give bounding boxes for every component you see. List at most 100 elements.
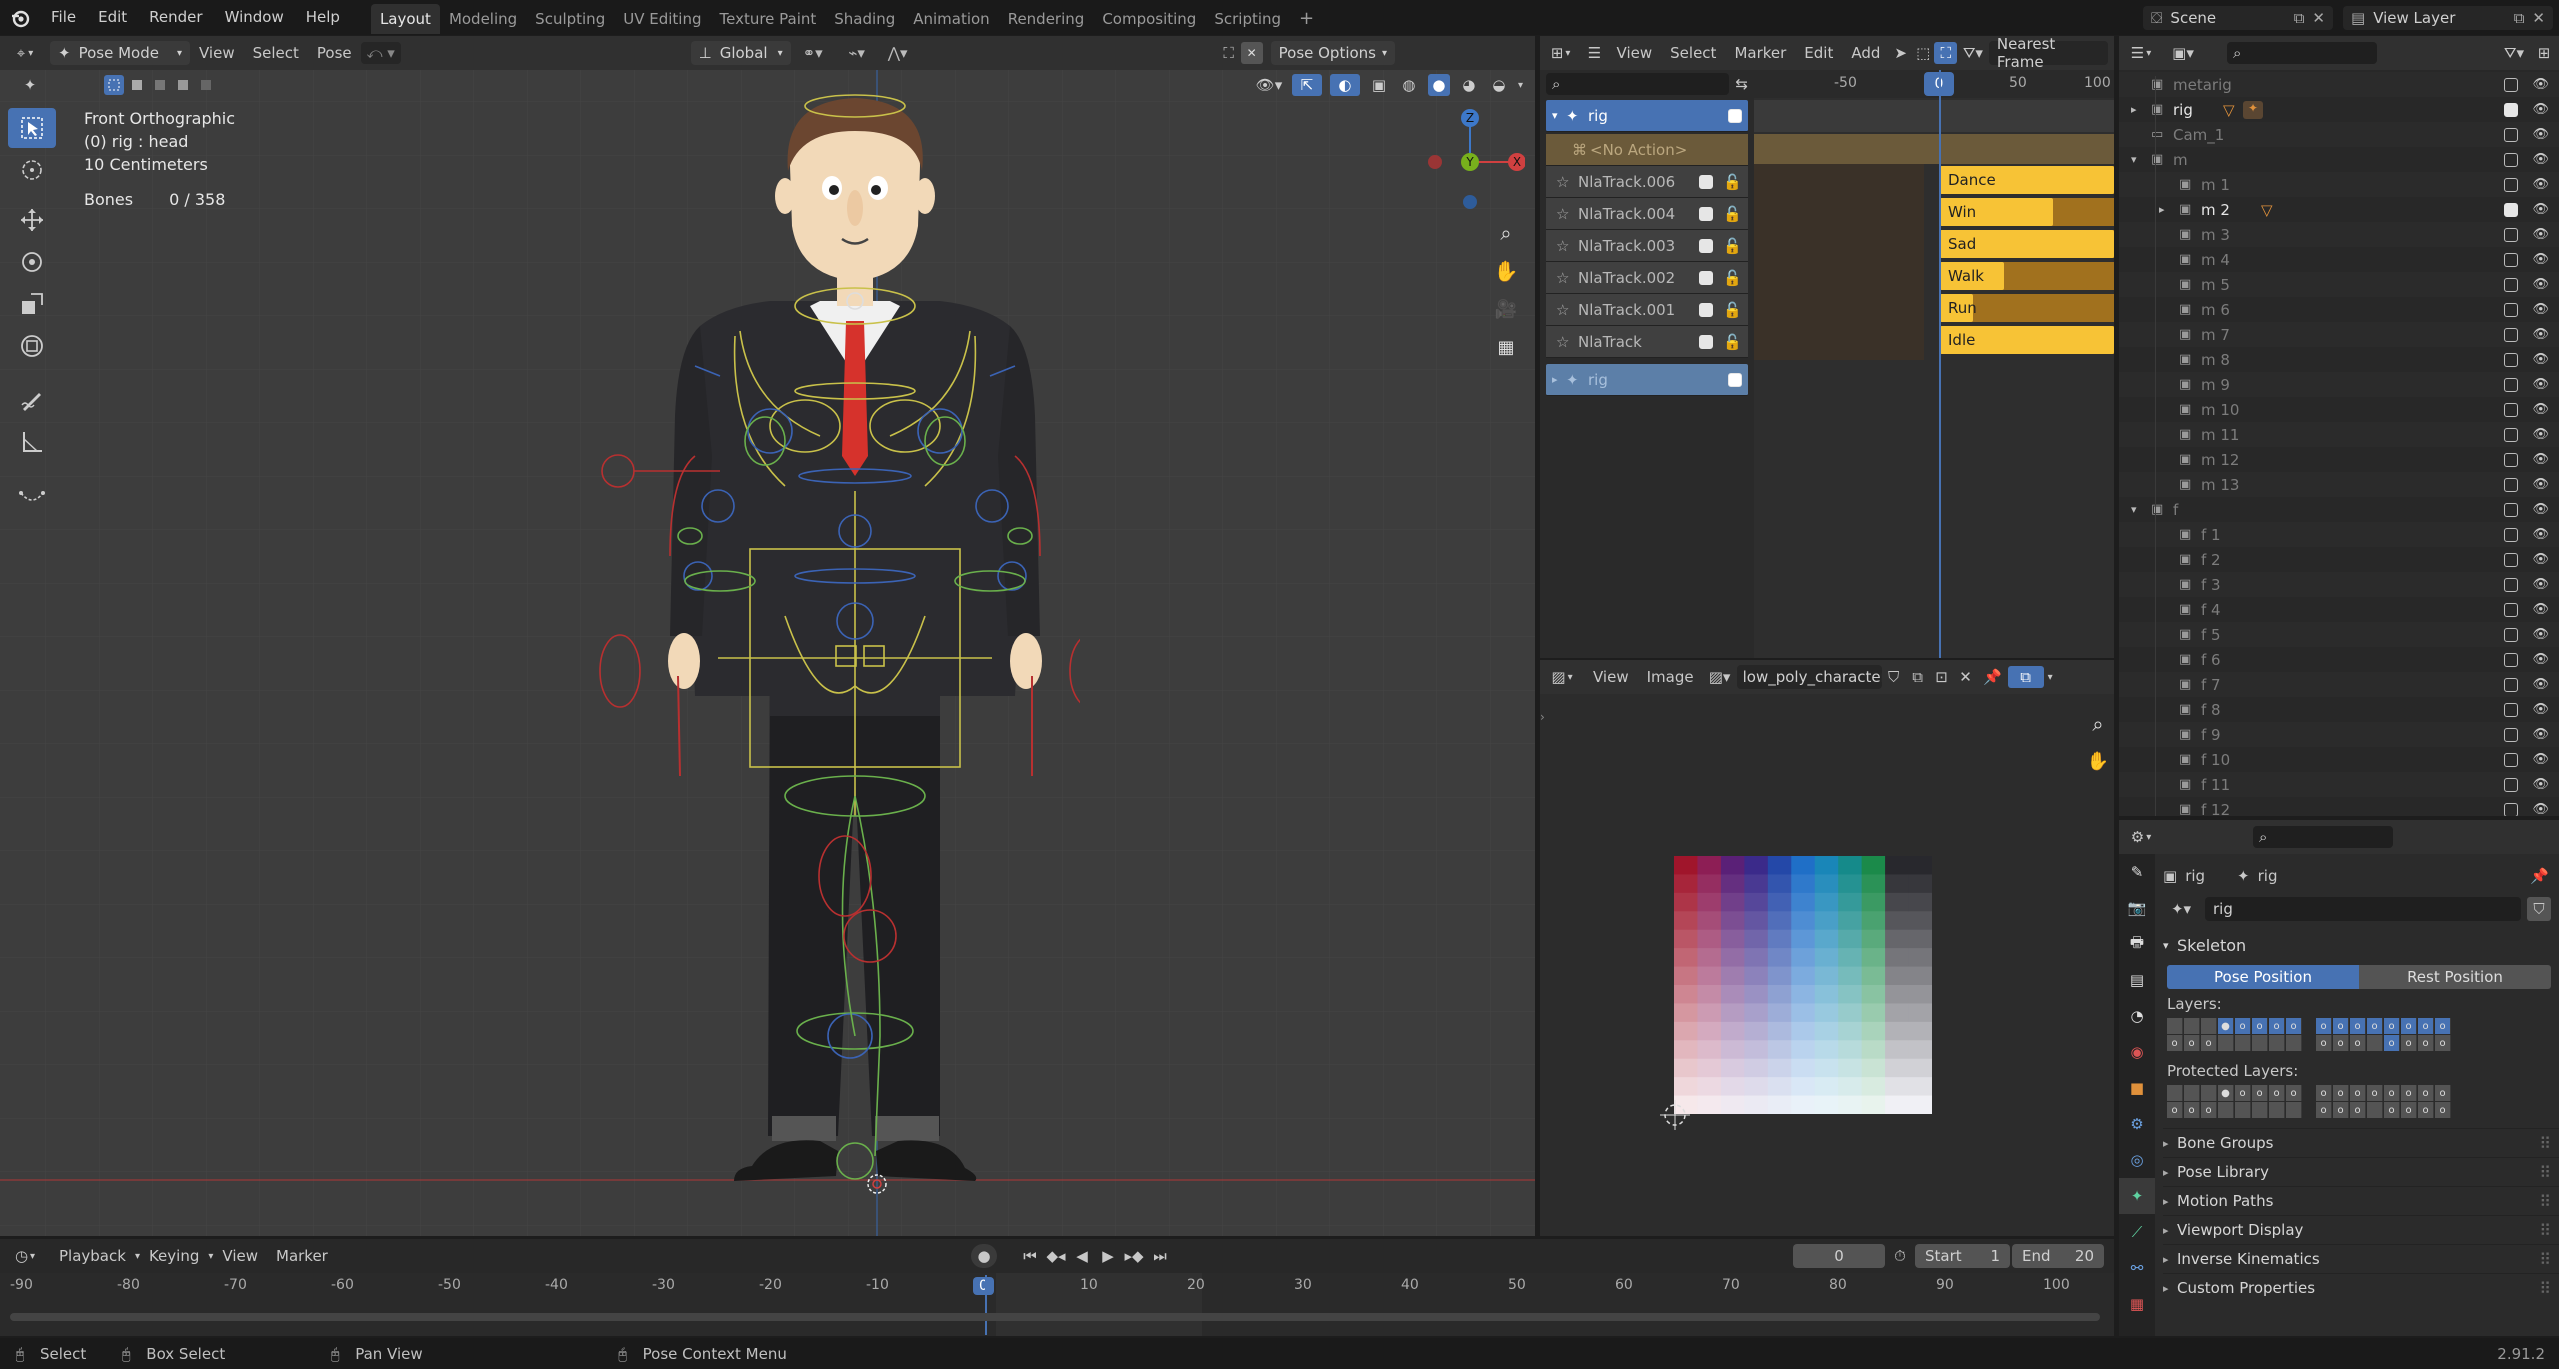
drag-handle-icon[interactable]: ⠿ bbox=[2539, 1163, 2551, 1182]
layer-button[interactable] bbox=[2201, 1018, 2217, 1034]
image-menu-view[interactable]: View bbox=[1584, 668, 1638, 686]
scene-selector[interactable]: ⛋ Scene ⧉ ✕ bbox=[2143, 5, 2333, 30]
outliner-checkbox[interactable] bbox=[2504, 502, 2519, 517]
layer-button[interactable] bbox=[2167, 1018, 2183, 1034]
layer-button[interactable]: o bbox=[2286, 1085, 2302, 1101]
fake-user-icon[interactable]: ⛉ bbox=[2527, 897, 2551, 921]
layer-button[interactable]: o bbox=[2184, 1102, 2200, 1118]
outliner-checkbox[interactable] bbox=[2504, 202, 2519, 217]
eye-icon[interactable]: 👁 bbox=[2532, 77, 2549, 92]
timeline-current-frame[interactable]: 0 bbox=[973, 1277, 994, 1295]
outliner-checkbox[interactable] bbox=[2504, 652, 2519, 667]
nla-menu-select[interactable]: Select bbox=[1661, 44, 1725, 62]
zoom-icon[interactable]: ⌕ bbox=[1490, 214, 1522, 252]
layer-button[interactable]: o bbox=[2201, 1102, 2217, 1118]
wireframe-shading-icon[interactable]: ◍ bbox=[1398, 74, 1420, 96]
layer-button[interactable]: o bbox=[2367, 1018, 2383, 1034]
layer-button[interactable]: o bbox=[2184, 1035, 2200, 1051]
outliner-row[interactable]: ▸ ▣ m 2 ▽ 👁 bbox=[2119, 197, 2559, 222]
outliner-checkbox[interactable] bbox=[2504, 802, 2519, 816]
eye-icon[interactable]: 👁 bbox=[2532, 477, 2549, 492]
outliner-row[interactable]: ▣ f 9 👁 bbox=[2119, 722, 2559, 747]
star-icon[interactable]: ☆ bbox=[1556, 173, 1578, 191]
jump-prev-key-icon[interactable]: ◆◂ bbox=[1043, 1247, 1069, 1265]
eye-icon[interactable]: 👁 bbox=[2532, 327, 2549, 342]
blender-logo-icon[interactable] bbox=[0, 0, 40, 35]
menu-select[interactable]: Select bbox=[244, 44, 308, 62]
editor-type-button[interactable]: ☰ ▾ bbox=[2119, 44, 2163, 62]
layer-button[interactable]: o bbox=[2350, 1035, 2366, 1051]
layer-button[interactable]: o bbox=[2235, 1018, 2251, 1034]
eye-icon[interactable]: 👁 bbox=[2532, 302, 2549, 317]
pin-icon[interactable]: 📌 bbox=[2530, 867, 2549, 885]
rig-checkbox[interactable] bbox=[1728, 372, 1742, 387]
include-missing-icon[interactable]: ⛶ bbox=[1934, 42, 1957, 64]
outliner-row[interactable]: ▣ f 2 👁 bbox=[2119, 547, 2559, 572]
layer-button[interactable]: o bbox=[2418, 1035, 2434, 1051]
outliner-row[interactable]: ▣ f 10 👁 bbox=[2119, 747, 2559, 772]
close-icon[interactable]: ✕ bbox=[2532, 9, 2545, 27]
outliner-row[interactable]: ▣ m 9 👁 bbox=[2119, 372, 2559, 397]
layer-button[interactable]: o bbox=[2269, 1018, 2285, 1034]
move-tool-icon[interactable] bbox=[8, 200, 56, 240]
eye-icon[interactable]: 👁 bbox=[2532, 227, 2549, 242]
outliner-row[interactable]: ▣ f 5 👁 bbox=[2119, 622, 2559, 647]
outliner-row[interactable]: ▣ f 12 👁 bbox=[2119, 797, 2559, 816]
pose-position-button[interactable]: Pose Position bbox=[2167, 965, 2359, 989]
image-name-field[interactable]: low_poly_character... bbox=[1736, 665, 1882, 689]
nla-track-row[interactable]: ☆ NlaTrack 🔓 bbox=[1546, 326, 1748, 358]
navigation-gizmo[interactable]: Z Y X bbox=[1415, 102, 1525, 212]
3d-viewport[interactable]: ⌖ ▾ ✦ Pose Mode ▾ View Select Pose ⤺ ▾ ⊥ … bbox=[0, 36, 1535, 1236]
start-frame-field[interactable]: Start 1 bbox=[1915, 1244, 2010, 1268]
outliner-row[interactable]: ▸ ▣ rig ▽ ✦ 👁 bbox=[2119, 97, 2559, 122]
layer-button[interactable]: o bbox=[2435, 1085, 2451, 1101]
outliner-row[interactable]: ▣ metarig 👁 bbox=[2119, 72, 2559, 97]
copy-icon[interactable]: ⧉ bbox=[2294, 9, 2305, 27]
star-icon[interactable]: ☆ bbox=[1556, 269, 1578, 287]
ortho-grid-icon[interactable]: ▦ bbox=[1490, 328, 1522, 366]
sidebar-toggle-icon[interactable]: ☰ bbox=[1581, 44, 1607, 62]
layer-button[interactable]: o bbox=[2333, 1035, 2349, 1051]
close-icon[interactable]: ✕ bbox=[2312, 9, 2325, 27]
play-reverse-icon[interactable]: ◀ bbox=[1069, 1247, 1095, 1265]
layer-button[interactable] bbox=[2367, 1102, 2383, 1118]
layer-button[interactable]: o bbox=[2350, 1085, 2366, 1101]
layer-button[interactable] bbox=[2184, 1085, 2200, 1101]
eye-icon[interactable]: 👁 bbox=[2532, 377, 2549, 392]
layer-button[interactable]: o bbox=[2333, 1085, 2349, 1101]
layer-button[interactable] bbox=[2218, 1035, 2234, 1051]
solid-shading-icon[interactable]: ● bbox=[1427, 74, 1450, 96]
tab-texture-paint[interactable]: Texture Paint bbox=[710, 4, 825, 34]
layer-button[interactable] bbox=[2235, 1102, 2251, 1118]
properties-panel-header[interactable]: ▸ Custom Properties ⠿ bbox=[2163, 1273, 2559, 1302]
output-tab-icon[interactable]: 🖶 bbox=[2119, 926, 2155, 962]
properties-panel-header[interactable]: ▸ Inverse Kinematics ⠿ bbox=[2163, 1244, 2559, 1273]
outliner-checkbox[interactable] bbox=[2504, 102, 2519, 117]
play-icon[interactable]: ▶ bbox=[1095, 1247, 1121, 1265]
menu-pose[interactable]: Pose bbox=[308, 44, 361, 62]
pose-options-dropdown[interactable]: Pose Options ▾ bbox=[1270, 41, 1396, 65]
nla-search[interactable]: ⌕ ⇆ bbox=[1540, 70, 1754, 98]
eye-icon[interactable]: 👁 bbox=[2532, 702, 2549, 717]
object-checkbox[interactable] bbox=[1728, 108, 1742, 123]
nla-track-row[interactable]: ☆ NlaTrack.002 🔓 bbox=[1546, 262, 1748, 294]
star-icon[interactable]: ☆ bbox=[1556, 333, 1578, 351]
image-editor[interactable]: ▨▾ View Image ▨▾ low_poly_character... ⛉… bbox=[1540, 660, 2114, 1236]
layer-button[interactable] bbox=[2235, 1035, 2251, 1051]
nla-track-row[interactable]: ☆ NlaTrack.004 🔓 bbox=[1546, 198, 1748, 230]
timeline-scrollbar[interactable] bbox=[10, 1313, 2100, 1321]
texture-tab-icon[interactable]: ▦ bbox=[2119, 1286, 2155, 1322]
view-layer-tab-icon[interactable]: ▤ bbox=[2119, 962, 2155, 998]
eye-icon[interactable]: 👁 bbox=[2532, 202, 2549, 217]
layer-button[interactable]: o bbox=[2418, 1018, 2434, 1034]
filter-icon[interactable]: ⛛▾ bbox=[1957, 44, 1989, 62]
lock-icon[interactable]: 🔓 bbox=[1723, 205, 1742, 223]
scale-tool-icon[interactable] bbox=[8, 284, 56, 324]
drag-handle-icon[interactable]: ⠿ bbox=[2539, 1250, 2551, 1269]
record-icon[interactable]: ● bbox=[971, 1244, 997, 1268]
layer-button[interactable] bbox=[2184, 1018, 2200, 1034]
orientation-selector[interactable]: ⊥ Global ▾ bbox=[690, 41, 791, 65]
tab-rendering[interactable]: Rendering bbox=[999, 4, 1094, 34]
constraint-tab-icon[interactable]: ◎ bbox=[2119, 1142, 2155, 1178]
filter-box-icon[interactable]: ⬚ bbox=[1912, 44, 1935, 62]
